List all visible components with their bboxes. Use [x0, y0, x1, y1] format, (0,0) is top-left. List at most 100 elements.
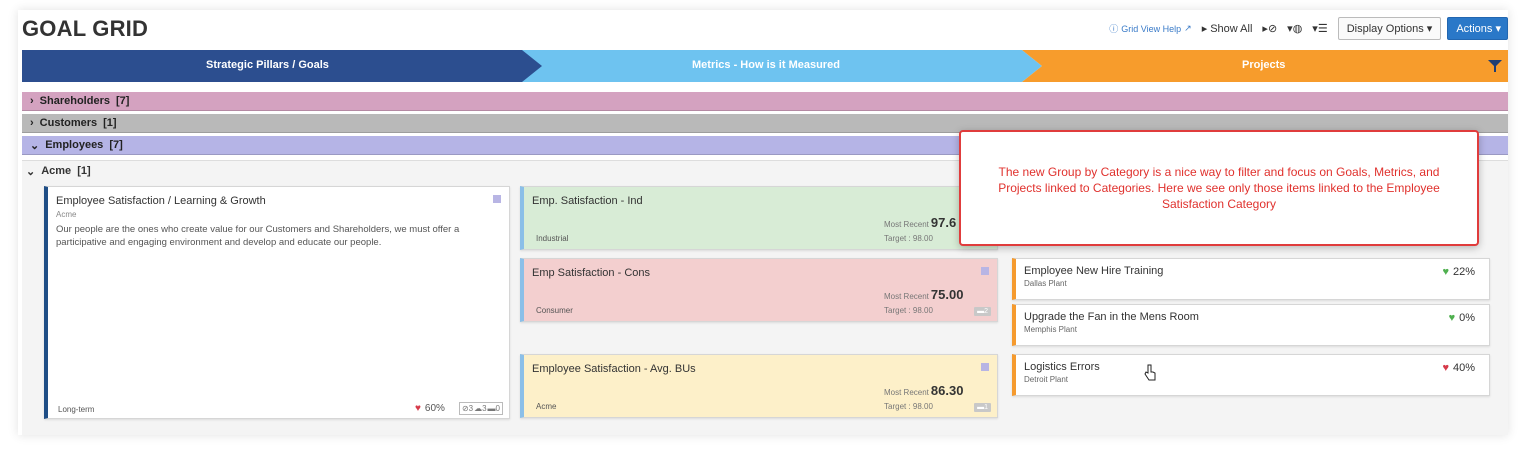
show-all-label: Show All [1210, 22, 1253, 35]
metric-title: Emp Satisfaction - Cons [532, 267, 650, 279]
category-count: [1] [103, 117, 117, 129]
heart-icon: ♥ [414, 403, 421, 414]
metric-target: Target : 98.00 [884, 306, 933, 315]
list-icon: ▾☰ [1312, 23, 1328, 35]
chevron-right-icon: › [30, 117, 34, 129]
help-icon: ⓘ [1109, 24, 1119, 34]
category-label: Customers [39, 117, 98, 129]
metric-card[interactable]: Employee Satisfaction - Avg. BUs Most Re… [520, 354, 998, 418]
list-dropdown[interactable]: ▾☰ [1312, 22, 1327, 35]
heart-icon: ♥ [1442, 266, 1449, 278]
banner-col2-label: Metrics - How is it Measured [692, 59, 840, 71]
heart-icon: ♥ [1442, 362, 1449, 374]
goal-card[interactable]: Employee Satisfaction / Learning & Growt… [44, 186, 510, 419]
toolbar: ⓘ Grid View Help ↗ ▸ Show All ▸⊘ ▾◍ ▾☰ D… [1109, 17, 1508, 40]
metric-business-unit: Acme [536, 402, 557, 411]
most-recent-label: Most Recent [884, 292, 929, 301]
goal-title: Employee Satisfaction / Learning & Growt… [56, 195, 266, 207]
most-recent-label: Most Recent [884, 388, 929, 397]
project-location: Dallas Plant [1024, 279, 1067, 288]
metric-title: Emp. Satisfaction - Ind [532, 195, 643, 207]
linked-projects-count: ☁3 [474, 404, 487, 413]
most-recent-value: 97.6 [930, 215, 957, 230]
actions-button[interactable]: Actions ▾ [1447, 17, 1508, 40]
metric-most-recent: Most Recent 75.00 [884, 287, 963, 302]
project-progress: ♥ 0% [1449, 312, 1475, 324]
metric-card[interactable]: Emp Satisfaction - Cons Most Recent 75.00… [520, 258, 998, 322]
show-all-toggle[interactable]: ▸ Show All [1201, 22, 1253, 36]
hand-cursor-icon [1144, 364, 1156, 381]
project-card[interactable]: Employee New Hire Training Dallas Plant … [1012, 258, 1490, 300]
linked-metrics-count: ⊘3 [461, 404, 474, 413]
banner-col3-label: Projects [1242, 59, 1286, 71]
category-label: Employees [45, 139, 104, 151]
category-count: [7] [109, 139, 123, 151]
most-recent-value: 75.00 [930, 287, 964, 302]
metric-business-unit: Consumer [536, 306, 573, 315]
goal-link-counts[interactable]: ⊘3 ☁3 ▬0 [458, 402, 503, 415]
metric-target: Target : 98.00 [884, 234, 933, 243]
chevron-down-icon: ⌄ [26, 166, 36, 178]
display-options-button[interactable]: Display Options ▾ [1337, 17, 1442, 40]
chevron-down-icon: ⌄ [30, 139, 40, 152]
play-icon: ▸ [1201, 23, 1208, 35]
actions-label: Actions [1456, 23, 1493, 35]
project-title: Upgrade the Fan in the Mens Room [1024, 311, 1199, 323]
banner-col1-label: Strategic Pillars / Goals [206, 59, 329, 71]
project-title: Employee New Hire Training [1024, 265, 1164, 277]
metric-most-recent: Most Recent 86.30 [884, 383, 963, 398]
metric-target: Target : 98.00 [884, 402, 933, 411]
metric-most-recent: Most Recent 97.6 [884, 215, 956, 230]
callout-text: The new Group by Category is a nice way … [998, 165, 1440, 211]
project-title: Logistics Errors [1024, 361, 1100, 373]
page-title: GOAL GRID [22, 16, 149, 41]
goal-meta: ♥ 60% ⊘3 ☁3 ▬0 [415, 402, 503, 415]
category-color-marker [981, 267, 989, 275]
grid-view-help-label: Grid View Help [1121, 23, 1182, 34]
project-progress: ♥ 22% [1442, 266, 1475, 278]
project-percent: 40% [1452, 362, 1475, 374]
grid-view-help-link[interactable]: ⓘ Grid View Help ↗ [1109, 22, 1191, 35]
goal-description: Our people are the ones who create value… [56, 224, 460, 248]
project-percent: 22% [1452, 266, 1475, 278]
heart-icon: ♥ [1448, 312, 1456, 324]
annotation-callout: The new Group by Category is a nice way … [959, 130, 1479, 246]
chevron-right-icon: › [30, 95, 34, 107]
group-label: Acme [41, 165, 72, 177]
project-progress: ♥ 40% [1442, 362, 1475, 374]
gauge-icon: ▾◍ [1287, 23, 1303, 35]
metric-business-unit: Industrial [536, 234, 569, 243]
goal-subtitle: Acme [56, 210, 77, 219]
comments-count: ▬0 [487, 404, 500, 413]
column-banner: Strategic Pillars / Goals Metrics - How … [22, 50, 1508, 82]
project-percent: 0% [1459, 312, 1475, 324]
group-count: [1] [77, 165, 91, 177]
project-card[interactable]: Logistics Errors Detroit Plant ♥ 40% [1012, 354, 1490, 396]
goal-grid-frame: GOAL GRID ⓘ Grid View Help ↗ ▸ Show All … [18, 10, 1508, 435]
play-icon: ▸⊘ [1262, 23, 1278, 35]
metric-card[interactable]: Emp. Satisfaction - Ind Most Recent 97.6 … [520, 186, 998, 250]
group-row-acme[interactable]: ⌄ Acme [1] [26, 165, 91, 178]
most-recent-label: Most Recent [884, 220, 929, 229]
goal-progress: 60% [424, 403, 445, 414]
category-color-marker [493, 195, 501, 203]
category-count: [7] [115, 95, 130, 107]
category-label: Shareholders [39, 95, 110, 107]
external-link-icon: ↗ [1184, 23, 1192, 33]
metric-title: Employee Satisfaction - Avg. BUs [532, 363, 696, 375]
status-toggle[interactable]: ▸⊘ [1262, 22, 1277, 35]
goal-term: Long-term [58, 405, 95, 414]
chevron-down-icon: ▾ [1495, 23, 1501, 35]
comment-badge[interactable]: ▬2 [974, 307, 991, 316]
filter-icon[interactable] [1488, 60, 1502, 72]
project-location: Memphis Plant [1024, 325, 1077, 334]
category-color-marker [981, 363, 989, 371]
display-options-label: Display Options [1346, 23, 1424, 35]
comment-badge[interactable]: ▬1 [974, 403, 991, 412]
project-card[interactable]: Upgrade the Fan in the Mens Room Memphis… [1012, 304, 1490, 346]
most-recent-value: 86.30 [930, 383, 964, 398]
chevron-down-icon: ▾ [1426, 23, 1433, 35]
project-location: Detroit Plant [1024, 375, 1069, 384]
category-row-shareholders[interactable]: › Shareholders [7] [22, 92, 1508, 111]
gauge-dropdown[interactable]: ▾◍ [1287, 22, 1302, 35]
